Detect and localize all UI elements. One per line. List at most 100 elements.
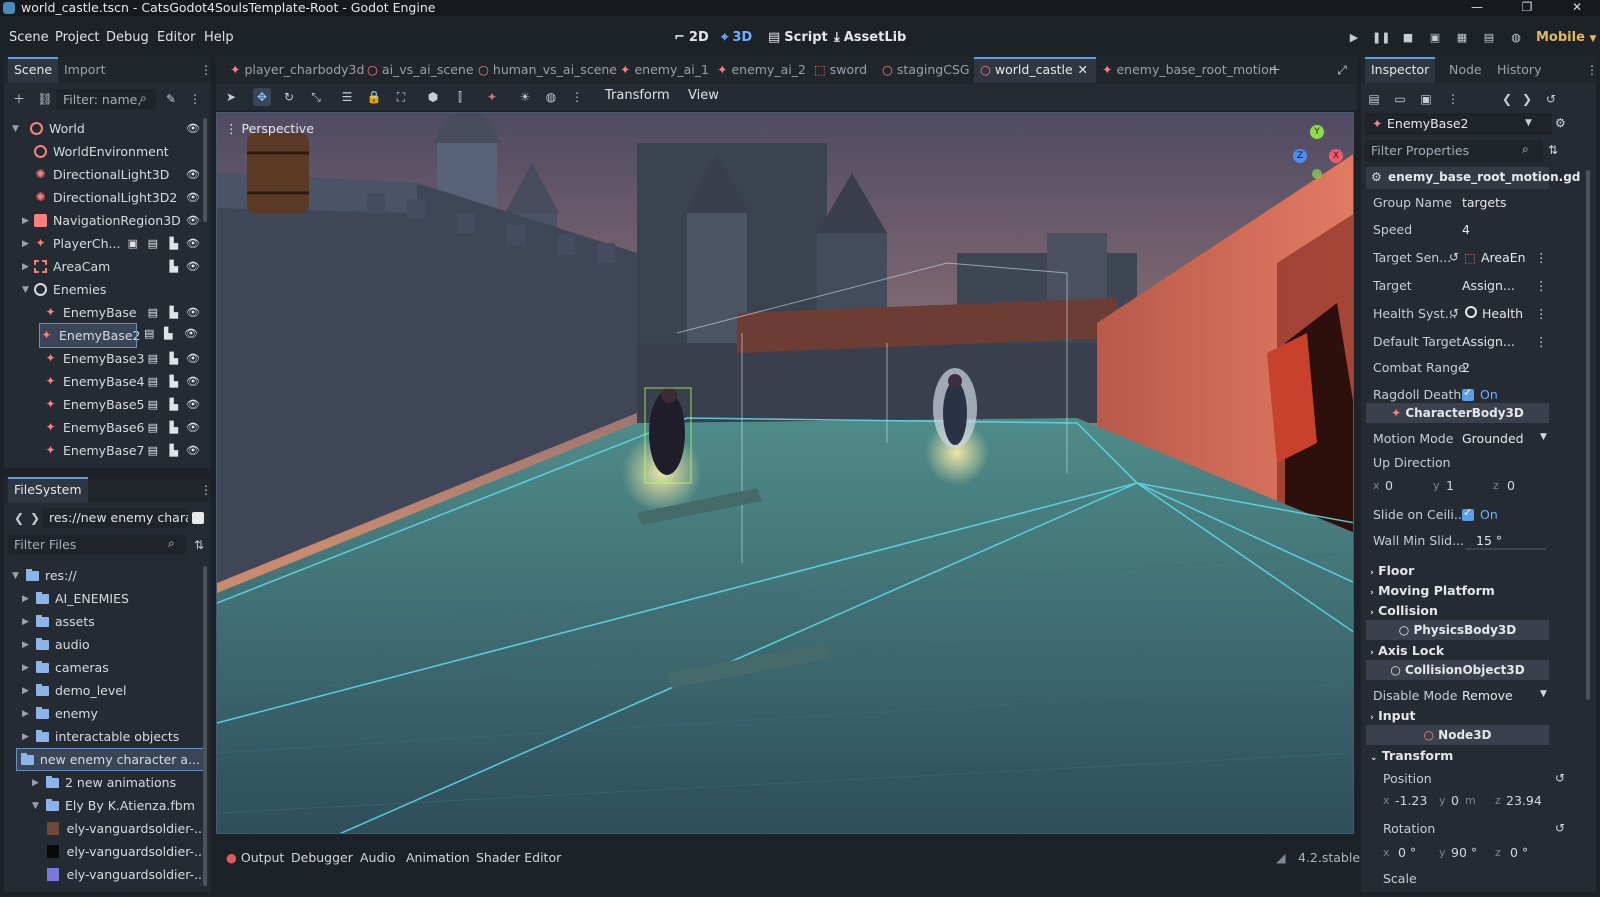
rotation-z-field[interactable]: 0 ° bbox=[1510, 845, 1528, 860]
target-sensor-field[interactable]: AreaEn bbox=[1481, 250, 1526, 265]
motion-mode-select[interactable]: Grounded bbox=[1462, 431, 1524, 446]
scene-tab-world-castle[interactable]: ○ world_castle ✕ bbox=[974, 57, 1096, 83]
tree-item-world[interactable]: ▼ World 👁 bbox=[10, 117, 206, 140]
scene-filter-input[interactable]: Filter: name, ⌕ bbox=[56, 89, 156, 109]
tab-scene[interactable]: Scene bbox=[8, 57, 59, 83]
wall-min-slide-field[interactable]: 15 ° bbox=[1476, 533, 1502, 548]
open-scene-icon[interactable]: ▤ bbox=[148, 306, 158, 319]
script-section-header[interactable]: ⚙ enemy_base_root_motion.gd bbox=[1366, 167, 1580, 189]
open-scene-icon[interactable]: ▤ bbox=[148, 444, 158, 457]
open-scene-icon[interactable]: ▤ bbox=[148, 352, 158, 365]
menu-dots-icon[interactable]: ⋮ bbox=[1535, 306, 1548, 321]
tree-item-directionallight3d[interactable]: ✺ DirectionalLight3D 👁 bbox=[10, 163, 206, 186]
play-scene-icon[interactable]: ▦ bbox=[1453, 31, 1471, 47]
revert-icon[interactable]: ↺ bbox=[1555, 771, 1565, 785]
dock-menu-icon[interactable]: ⋮ bbox=[1586, 61, 1598, 79]
menu-debug[interactable]: Debug bbox=[106, 30, 149, 45]
remote-debug-icon[interactable]: ▣ bbox=[1426, 31, 1444, 47]
tree-item-directionallight3d2[interactable]: ✺ DirectionalLight3D2 👁 bbox=[10, 186, 206, 209]
menu-help[interactable]: Help bbox=[204, 30, 234, 45]
filesystem-path-input[interactable]: res://new enemy charact bbox=[42, 508, 188, 528]
chevron-right-icon[interactable]: ▶ bbox=[22, 617, 29, 627]
chevron-right-icon[interactable]: ▶ bbox=[32, 778, 39, 788]
scene-tab-player-charbody3d[interactable]: ✦ player_charbody3d bbox=[224, 57, 370, 83]
revert-icon[interactable]: ↺ bbox=[1449, 250, 1459, 264]
position-y-field[interactable]: 0 bbox=[1451, 793, 1459, 808]
more-options-icon[interactable]: ⋮ bbox=[568, 88, 586, 106]
3d-viewport[interactable]: ⋮ Perspective Y X Z bbox=[216, 112, 1354, 834]
gizmo-y-axis[interactable]: Y bbox=[1310, 125, 1324, 139]
history-forward-icon[interactable]: ❯ bbox=[1518, 90, 1536, 108]
tree-item-enemybase4[interactable]: ✦ EnemyBase4 ▤ ▙ 👁 bbox=[10, 370, 206, 393]
camera-preview-icon[interactable]: ✦ bbox=[483, 88, 501, 106]
chevron-down-icon[interactable]: ▼ bbox=[32, 801, 39, 811]
fs-item-demo-level[interactable]: ▶ demo_level bbox=[10, 679, 206, 702]
wall-min-slide-slider[interactable] bbox=[1466, 548, 1546, 550]
scene-menu-icon[interactable]: ⋮ bbox=[186, 90, 204, 108]
visibility-eye-icon[interactable]: 👁 bbox=[186, 237, 200, 250]
fs-item-ely-texture-1[interactable]: ely-vanguardsoldier-... bbox=[10, 817, 206, 840]
fs-item-new-enemy-character[interactable]: ▼ new enemy character a... bbox=[10, 748, 208, 771]
renderer-select[interactable]: Mobile ▼ bbox=[1536, 30, 1596, 45]
toggle-split-icon[interactable] bbox=[192, 512, 204, 524]
revert-icon[interactable]: ↺ bbox=[1555, 821, 1565, 835]
chevron-right-icon[interactable]: ▶ bbox=[22, 640, 29, 650]
scene-tab-enemy-ai-2[interactable]: ✦ enemy_ai_2 bbox=[711, 57, 812, 83]
filter-options-icon[interactable]: ⇅ bbox=[1548, 143, 1558, 157]
chevron-down-icon[interactable]: ▼ bbox=[12, 571, 19, 581]
script-icon[interactable]: ▙ bbox=[170, 444, 178, 457]
rotation-x-field[interactable]: 0 ° bbox=[1398, 845, 1416, 860]
slide-on-ceiling-checkbox[interactable]: On bbox=[1462, 506, 1498, 522]
mode-3d-button[interactable]: ⌖ 3D bbox=[721, 30, 752, 45]
inspector-scrollbar[interactable] bbox=[1586, 170, 1590, 700]
bottom-tab-animation[interactable]: Animation bbox=[406, 850, 470, 865]
script-icon[interactable]: ▙ bbox=[170, 421, 178, 434]
scene-tab-enemy-base-root-motion[interactable]: ✦ enemy_base_root_motion bbox=[1096, 57, 1283, 83]
perspective-menu[interactable]: ⋮ Perspective bbox=[225, 121, 314, 136]
section-characterbody3d[interactable]: ✦ CharacterBody3D bbox=[1366, 403, 1549, 423]
scene-tree-scrollbar[interactable] bbox=[203, 118, 207, 222]
script-icon[interactable]: ▙ bbox=[170, 352, 178, 365]
group-transform[interactable]: ⌄ Transform bbox=[1370, 748, 1453, 763]
move-tool-icon[interactable]: ✥ bbox=[253, 88, 271, 106]
object-selector[interactable]: ✦ EnemyBase2 ▼ bbox=[1365, 113, 1552, 135]
default-target-field[interactable]: Assign... bbox=[1462, 334, 1515, 349]
snap-icon[interactable]: ⫿ bbox=[451, 88, 469, 106]
local-space-icon[interactable]: ⬢ bbox=[424, 88, 442, 106]
gizmo-neg-y[interactable] bbox=[1312, 169, 1322, 179]
list-select-icon[interactable]: ☰ bbox=[338, 88, 356, 106]
visibility-eye-icon[interactable]: 👁 bbox=[186, 375, 200, 388]
visibility-eye-icon[interactable]: 👁 bbox=[186, 260, 200, 273]
orientation-gizmo[interactable]: Y X Z bbox=[1287, 123, 1347, 183]
dock-menu-icon[interactable]: ⋮ bbox=[200, 61, 212, 79]
tree-item-playercharacter[interactable]: ▶ ✦ PlayerCh... ▣ ▤ ▙ 👁 bbox=[10, 232, 206, 255]
sort-icon[interactable]: ⇅ bbox=[190, 536, 208, 554]
maximize-icon[interactable]: ❐ bbox=[1513, 0, 1541, 16]
play-icon[interactable]: ▶ bbox=[1345, 31, 1363, 47]
stop-icon[interactable]: ■ bbox=[1399, 31, 1417, 47]
fs-item-interactable-objects[interactable]: ▶ interactable objects bbox=[10, 725, 206, 748]
visibility-eye-icon[interactable]: 👁 bbox=[186, 352, 200, 365]
close-tab-icon[interactable]: ✕ bbox=[1078, 59, 1088, 81]
pause-icon[interactable]: ❚❚ bbox=[1372, 31, 1390, 47]
inspector-menu-icon[interactable]: ⋮ bbox=[1444, 90, 1462, 108]
minimize-icon[interactable]: — bbox=[1463, 0, 1491, 16]
up-y-field[interactable]: 1 bbox=[1446, 478, 1454, 493]
scene-tab-human-vs-ai[interactable]: ○ human_vs_ai_scene bbox=[472, 57, 623, 83]
visibility-eye-icon[interactable]: 👁 bbox=[186, 398, 200, 411]
environment-preview-icon[interactable]: ◍ bbox=[542, 88, 560, 106]
visibility-eye-icon[interactable]: 👁 bbox=[186, 306, 200, 319]
filter-properties-input[interactable]: Filter Properties ⌕ bbox=[1365, 140, 1543, 162]
scene-tab-enemy-ai-1[interactable]: ✦ enemy_ai_1 bbox=[614, 57, 715, 83]
scene-tab-ai-vs-ai[interactable]: ○ ai_vs_ai_scene bbox=[361, 57, 480, 83]
tree-item-worldenvironment[interactable]: WorldEnvironment bbox=[10, 140, 206, 163]
tree-item-areacam[interactable]: ▶ AreaCam ▙ 👁 bbox=[10, 255, 206, 278]
fs-item-assets[interactable]: ▶ assets bbox=[10, 610, 206, 633]
script-icon[interactable]: ▙ bbox=[170, 306, 178, 319]
fs-item-audio[interactable]: ▶ audio bbox=[10, 633, 206, 656]
sun-preview-icon[interactable]: ☀ bbox=[516, 88, 534, 106]
gizmo-x-axis[interactable]: X bbox=[1329, 149, 1343, 163]
menu-dots-icon[interactable]: ⋮ bbox=[1535, 334, 1548, 349]
fs-item-ely-fbm[interactable]: ▼ Ely By K.Atienza.fbm bbox=[10, 794, 206, 817]
disable-mode-select[interactable]: Remove bbox=[1462, 688, 1513, 703]
